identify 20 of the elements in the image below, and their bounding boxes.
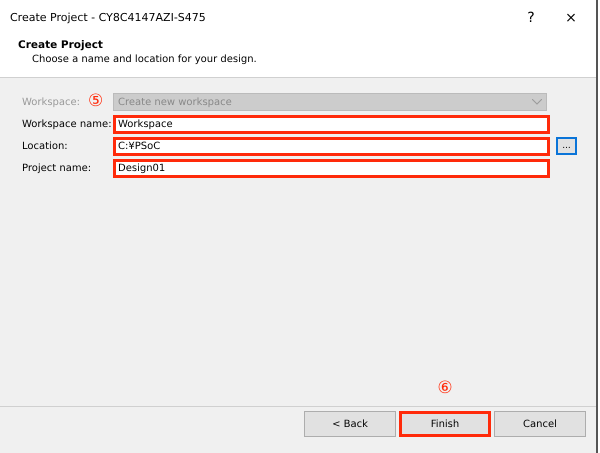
field-label: Workspace name: xyxy=(22,118,112,130)
input-field[interactable]: Design01 xyxy=(113,158,550,178)
back-button[interactable]: < Back xyxy=(304,411,396,437)
help-button[interactable]: ? xyxy=(516,10,546,26)
cancel-button[interactable]: Cancel xyxy=(494,411,586,437)
finish-button[interactable]: Finish xyxy=(399,411,491,437)
header-title: Create Project xyxy=(18,39,104,51)
input-field[interactable]: C:¥PSoC xyxy=(113,136,550,156)
field-label: Location: xyxy=(22,140,68,152)
close-button[interactable]: × xyxy=(556,10,586,26)
window-title: Create Project - CY8C4147AZI-S475 xyxy=(10,11,207,24)
header-subtitle: Choose a name and location for your design. xyxy=(31,54,258,65)
step-number: ⑤ xyxy=(88,93,104,110)
input-field[interactable]: Workspace xyxy=(113,114,550,134)
workspace-dropdown: Create new workspace xyxy=(113,93,547,111)
field-label: Workspace: xyxy=(22,96,80,108)
step-number: ⑥ xyxy=(436,380,454,397)
field-label: Project name: xyxy=(22,162,92,174)
chevron-down-icon xyxy=(532,99,542,105)
browse-button[interactable]: ... xyxy=(556,137,577,155)
